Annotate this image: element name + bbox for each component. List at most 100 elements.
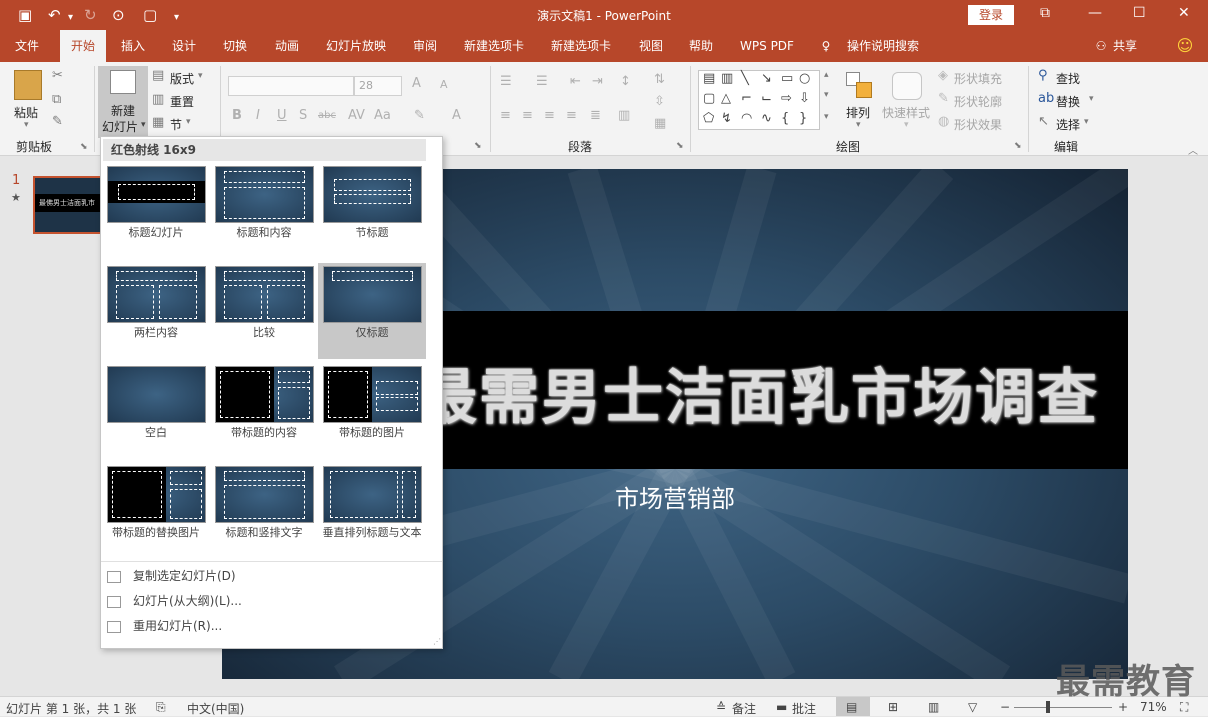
layout-section-header[interactable]: 节标题 [318, 163, 426, 259]
text-direction-icon[interactable]: ⇅ [654, 72, 665, 87]
slideshow-icon[interactable]: ▽ [968, 700, 977, 714]
layout-dropdown-icon[interactable]: ▾ [198, 71, 203, 81]
quick-style-dropdown-icon[interactable]: ▾ [904, 120, 909, 130]
clipboard-launcher-icon[interactable]: ⬊ [80, 142, 88, 152]
arc-shape-icon[interactable]: ◠ [741, 111, 752, 126]
reset-icon[interactable]: ▥ [152, 92, 164, 107]
find-icon[interactable]: ⚲ [1038, 68, 1048, 83]
columns-icon[interactable]: ▥ [618, 108, 630, 123]
collapse-ribbon-icon[interactable]: ︿ [1188, 142, 1198, 157]
layout-title-vertical-text[interactable]: 标题和竖排文字 [210, 463, 318, 559]
line-spacing-icon[interactable]: ↕ [620, 74, 631, 89]
tab-slideshow[interactable]: 幻灯片放映 [320, 30, 392, 62]
format-painter-icon[interactable]: ✎ [52, 114, 63, 129]
minimize-icon[interactable]: — [1088, 5, 1102, 21]
replace-dropdown-icon[interactable]: ▾ [1089, 94, 1094, 104]
quick-style-icon[interactable] [892, 72, 922, 100]
shadow-icon[interactable]: S [299, 108, 307, 123]
tab-new-1[interactable]: 新建选项卡 [458, 30, 530, 62]
tab-animations[interactable]: 动画 [266, 30, 308, 62]
find-button[interactable]: 查找 [1056, 70, 1080, 87]
shape-fill-button[interactable]: 形状填充 [954, 70, 1002, 87]
wave-shape-icon[interactable]: ∿ [761, 111, 772, 126]
layout-blank[interactable]: 空白 [102, 363, 210, 459]
ribbon-display-options-icon[interactable]: ⧉ [1040, 5, 1050, 21]
login-button[interactable]: 登录 [968, 5, 1014, 25]
section-dropdown-icon[interactable]: ▾ [186, 117, 191, 127]
zoom-out-icon[interactable]: − [1000, 700, 1010, 714]
align-text-icon[interactable]: ⇳ [654, 94, 665, 109]
char-spacing-icon[interactable]: AV [348, 108, 365, 123]
rounded-rect-shape-icon[interactable]: ▢ [703, 91, 715, 106]
right-arrow-shape-icon[interactable]: ⇨ [781, 91, 792, 106]
tab-view[interactable]: 视图 [630, 30, 672, 62]
resize-grip-icon[interactable]: ⋰ [433, 637, 441, 646]
drawing-launcher-icon[interactable]: ⬊ [1014, 141, 1022, 151]
tab-wps-pdf[interactable]: WPS PDF [733, 30, 801, 62]
layout-title-only[interactable]: 仅标题 [318, 263, 426, 359]
increase-indent-icon[interactable]: ⇥ [592, 74, 603, 89]
smartart-icon[interactable]: ▦ [654, 116, 666, 131]
shape-outline-icon[interactable]: ✎ [938, 91, 949, 106]
increase-font-icon[interactable]: A [412, 76, 421, 91]
justify-icon[interactable]: ≡ [566, 108, 577, 123]
layout-two-content[interactable]: 两栏内容 [102, 263, 210, 359]
section-icon[interactable]: ▦ [152, 115, 164, 130]
shape-fill-icon[interactable]: ◈ [938, 68, 948, 83]
right-brace-icon[interactable]: } [799, 111, 807, 126]
tab-file[interactable]: 文件 [6, 30, 48, 62]
italic-icon[interactable]: I [256, 108, 260, 123]
line-shape-icon[interactable]: ╲ [741, 71, 749, 86]
connector-shape-icon[interactable]: ⌐ [741, 91, 752, 106]
select-dropdown-icon[interactable]: ▾ [1084, 117, 1089, 127]
triangle-shape-icon[interactable]: △ [721, 91, 731, 106]
select-button[interactable]: 选择 [1056, 116, 1080, 133]
tab-home[interactable]: 开始 [60, 30, 106, 62]
font-color-icon[interactable]: A [452, 108, 461, 123]
rectangle-shape-icon[interactable]: ▭ [781, 71, 793, 86]
arrange-dropdown-icon[interactable]: ▾ [856, 120, 861, 130]
slide-thumbnail[interactable]: 最佛男士洁面乳市 [33, 176, 103, 234]
elbow-connector-icon[interactable]: ⌙ [761, 91, 772, 106]
tab-design[interactable]: 设计 [163, 30, 205, 62]
arrange-icon[interactable] [846, 72, 874, 100]
tab-insert[interactable]: 插入 [112, 30, 154, 62]
layout-icon[interactable]: ▤ [152, 68, 164, 83]
vertical-textbox-shape-icon[interactable]: ▥ [721, 71, 733, 86]
down-arrow-shape-icon[interactable]: ⇩ [799, 91, 810, 106]
reuse-slides-item[interactable]: 重用幻灯片(R)... [107, 615, 222, 637]
layout-vertical-title-text[interactable]: 垂直排列标题与文本 [318, 463, 426, 559]
layout-title-slide[interactable]: 标题幻灯片 [102, 163, 210, 259]
shape-effect-button[interactable]: 形状效果 [954, 116, 1002, 133]
comments-button[interactable]: 批注 [792, 700, 816, 717]
gallery-scroll-up-icon[interactable]: ▴ [824, 70, 829, 80]
numbering-icon[interactable]: ☰ [536, 74, 548, 89]
replace-button[interactable]: 替换 [1056, 93, 1080, 110]
curve-shape-icon[interactable]: ↯ [721, 111, 732, 126]
layout-title-content[interactable]: 标题和内容 [210, 163, 318, 259]
align-center-icon[interactable]: ≡ [522, 108, 533, 123]
arrow-line-shape-icon[interactable]: ↘ [761, 71, 772, 86]
layout-alt-picture-caption[interactable]: 带标题的替换图片 [102, 463, 210, 559]
duplicate-slide-item[interactable]: 复制选定幻灯片(D) [107, 565, 236, 587]
font-size-combo[interactable]: 28 [354, 76, 402, 96]
language-indicator[interactable]: 中文(中国) [187, 700, 244, 717]
align-right-icon[interactable]: ≡ [544, 108, 555, 123]
font-launcher-icon[interactable]: ⬊ [474, 141, 482, 151]
paste-dropdown-icon[interactable]: ▾ [24, 120, 29, 130]
freeform-shape-icon[interactable]: ⬠ [703, 111, 714, 126]
highlight-icon[interactable]: ✎ [414, 108, 425, 123]
cut-icon[interactable]: ✂ [52, 68, 63, 83]
zoom-slider-thumb[interactable] [1046, 701, 1050, 713]
reading-view-icon[interactable]: ▥ [928, 700, 939, 714]
maximize-icon[interactable]: ☐ [1133, 5, 1146, 21]
section-button[interactable]: 节 [170, 116, 182, 133]
shapes-gallery[interactable]: ▤ ▥ ╲ ↘ ▭ ○ ▢ △ ⌐ ⌙ ⇨ ⇩ ⬠ ↯ ◠ ∿ { } [698, 70, 820, 130]
decrease-indent-icon[interactable]: ⇤ [570, 74, 581, 89]
tab-transitions[interactable]: 切换 [214, 30, 256, 62]
layout-content-caption[interactable]: 带标题的内容 [210, 363, 318, 459]
new-slide-dropdown-icon[interactable]: ▾ [141, 120, 146, 130]
tell-me-search[interactable]: 操作说明搜索 [842, 30, 924, 62]
select-icon[interactable]: ↖ [1038, 114, 1049, 129]
zoom-slider-track[interactable] [1014, 707, 1112, 708]
